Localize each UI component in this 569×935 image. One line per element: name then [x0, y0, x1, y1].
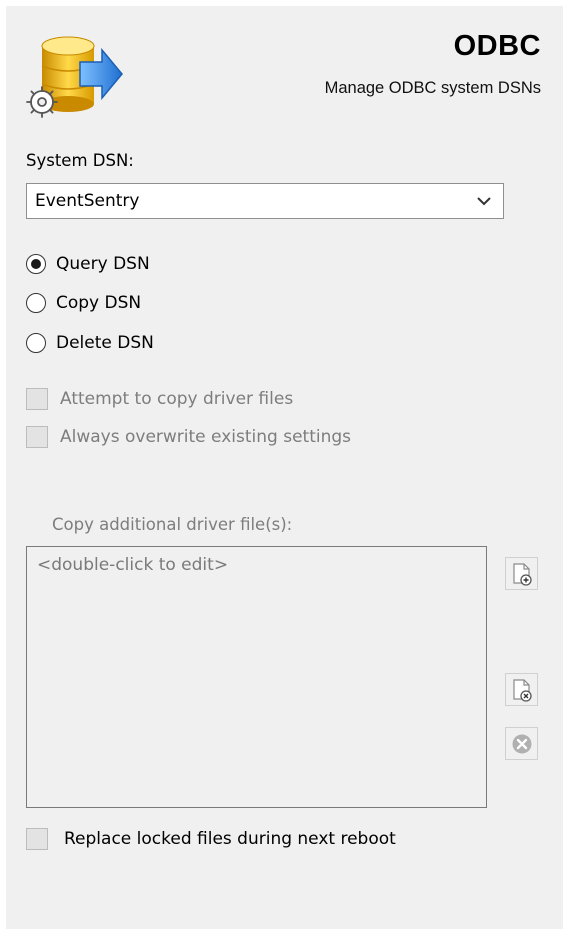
clear-files-button[interactable] — [505, 727, 538, 760]
chevron-down-icon — [477, 197, 491, 206]
query-dsn-radio[interactable]: Query DSN — [26, 254, 150, 274]
clear-circle-icon — [512, 734, 531, 753]
odbc-panel: ODBC Manage ODBC system DSNs System DSN:… — [6, 6, 563, 929]
replace-locked-label: Replace locked files during next reboot — [64, 829, 396, 849]
system-dsn-label: System DSN: — [26, 151, 134, 170]
replace-locked-checkbox[interactable]: Replace locked files during next reboot — [26, 828, 396, 850]
radio-indicator[interactable] — [26, 254, 46, 274]
driver-files-list[interactable]: <double-click to edit> — [26, 546, 487, 808]
driver-files-placeholder: <double-click to edit> — [37, 555, 229, 575]
radio-indicator[interactable] — [26, 293, 46, 313]
file-remove-icon — [512, 678, 532, 702]
driver-files-label: Copy additional driver file(s): — [52, 515, 293, 534]
overwrite-settings-checkbox[interactable]: Always overwrite existing settings — [26, 426, 351, 448]
overwrite-settings-label: Always overwrite existing settings — [60, 427, 352, 447]
add-file-button[interactable] — [505, 557, 538, 590]
query-dsn-label: Query DSN — [56, 254, 150, 274]
copy-driver-files-label: Attempt to copy driver files — [60, 389, 294, 409]
checkbox-box[interactable] — [26, 828, 48, 850]
page-title: ODBC — [453, 30, 541, 62]
checkbox-box[interactable] — [26, 426, 48, 448]
database-gear-arrow-icon — [26, 36, 123, 118]
system-dsn-value: EventSentry — [35, 191, 140, 211]
remove-file-button[interactable] — [505, 673, 538, 706]
checkbox-box[interactable] — [26, 388, 48, 410]
delete-dsn-label: Delete DSN — [56, 333, 154, 353]
copy-dsn-label: Copy DSN — [56, 293, 142, 313]
page-subtitle: Manage ODBC system DSNs — [324, 79, 541, 97]
radio-indicator[interactable] — [26, 333, 46, 353]
delete-dsn-radio[interactable]: Delete DSN — [26, 333, 154, 353]
copy-dsn-radio[interactable]: Copy DSN — [26, 293, 141, 313]
file-add-icon — [512, 562, 532, 586]
copy-driver-files-checkbox[interactable]: Attempt to copy driver files — [26, 388, 293, 410]
system-dsn-select[interactable]: EventSentry — [26, 183, 504, 219]
